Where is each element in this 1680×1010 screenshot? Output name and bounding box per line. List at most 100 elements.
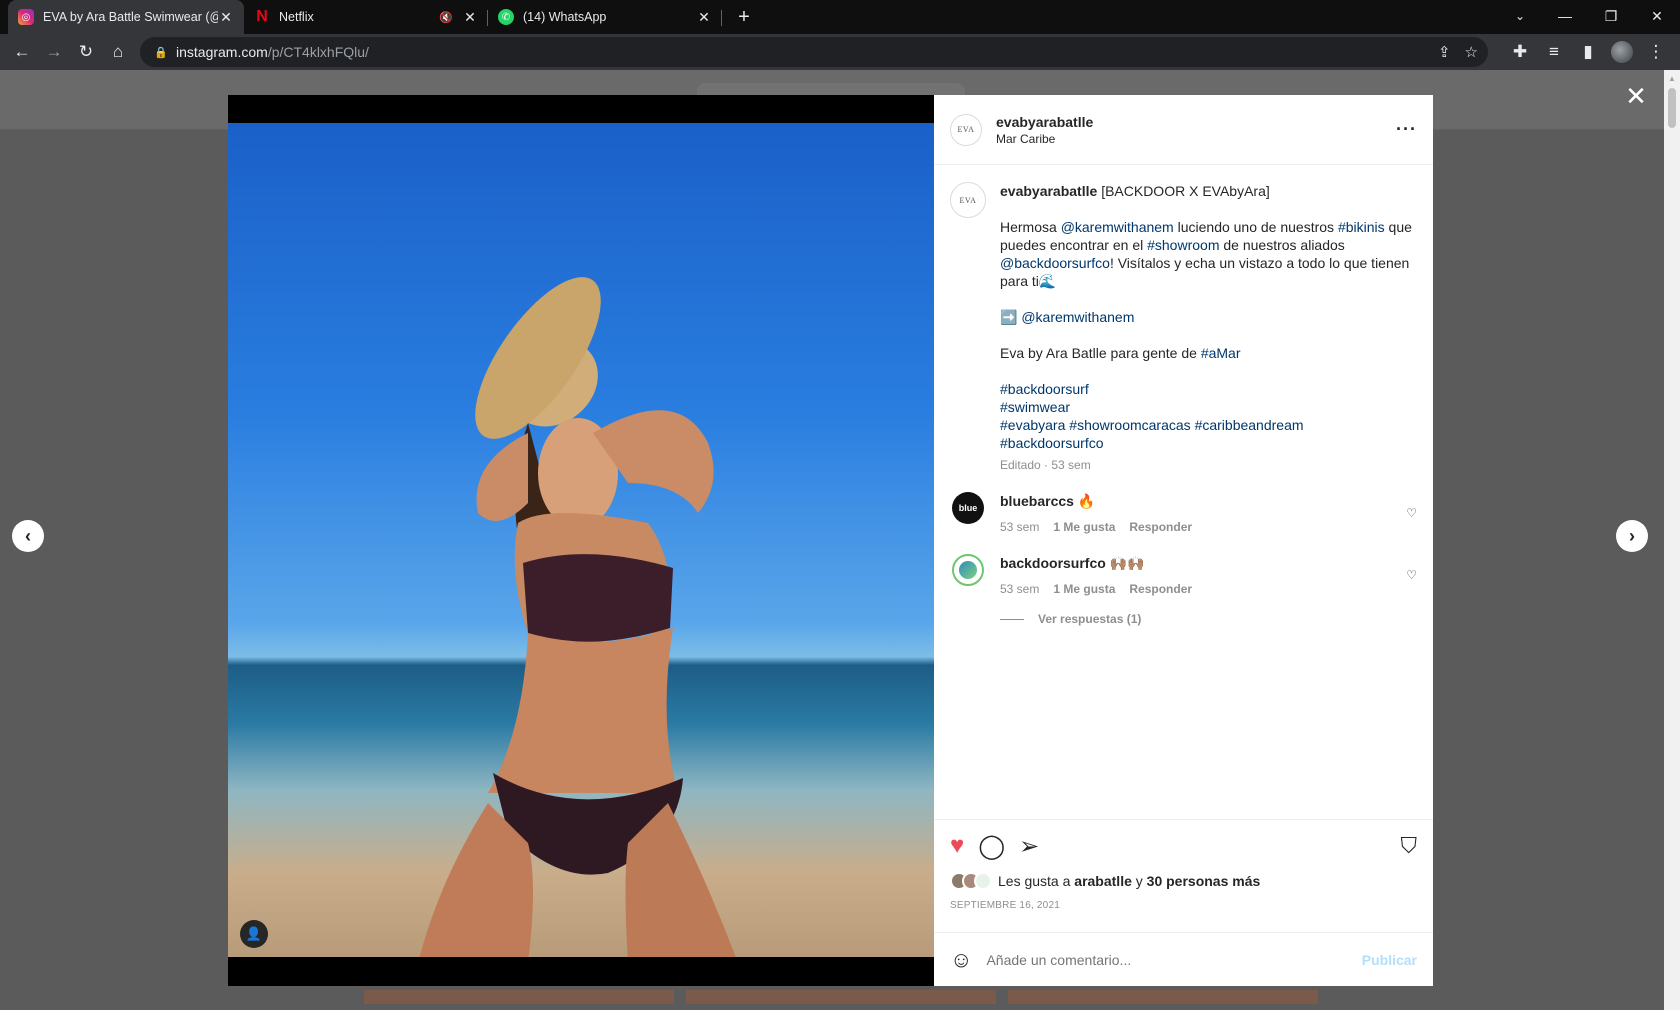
caption-text: luciendo uno de nuestros [1173, 219, 1338, 235]
back-icon[interactable]: ← [6, 36, 38, 68]
post-actions: ♥ ◯ ➢ ⛉ Les gusta a arabatlle y 30 perso… [934, 819, 1433, 921]
comment-text: 🔥 [1077, 493, 1096, 509]
close-modal-icon[interactable]: ✕ [1624, 83, 1648, 109]
account-avatar[interactable]: EVA [950, 182, 986, 218]
post-photo[interactable] [228, 123, 934, 957]
likes-count[interactable]: 30 personas más [1147, 873, 1261, 889]
mention-link[interactable]: @backdoorsurfco [1000, 255, 1110, 271]
address-bar[interactable]: 🔒 instagram.com/p/CT4klxhFQlu/ ⇪ ☆ [140, 37, 1488, 67]
reload-icon[interactable]: ↻ [70, 36, 102, 68]
more-options-icon[interactable]: ··· [1396, 119, 1417, 140]
hashtag-link[interactable]: #backdoorsurf [1000, 381, 1089, 397]
hashtag-link[interactable]: #bikinis [1338, 219, 1385, 235]
post-location[interactable]: Mar Caribe [996, 131, 1396, 147]
commenter-avatar[interactable]: blue [952, 492, 984, 524]
post-header: EVA evabyarabatlle Mar Caribe ··· [934, 95, 1433, 165]
user-tag-icon[interactable]: 👤 [240, 920, 268, 948]
liker-username[interactable]: arabatlle [1074, 873, 1132, 889]
mute-tab-icon[interactable]: 🔇 [438, 11, 454, 24]
hashtag-link[interactable]: #evabyara [1000, 417, 1065, 433]
comment-time[interactable]: 53 sem [1000, 518, 1039, 536]
account-avatar[interactable]: EVA [950, 113, 982, 146]
like-comment-heart-icon[interactable]: ♡ [1406, 568, 1417, 582]
media-control-icon[interactable]: ≡ [1538, 36, 1570, 68]
caption-text: de nuestros aliados [1219, 237, 1345, 253]
like-comment-heart-icon[interactable]: ♡ [1406, 506, 1417, 520]
hashtag-link[interactable]: #showroomcaracas [1069, 417, 1190, 433]
close-tab-icon[interactable]: ✕ [218, 9, 234, 26]
profile-avatar[interactable] [1606, 36, 1638, 68]
minimize-icon[interactable]: — [1542, 0, 1588, 32]
instagram-icon: ◎ [18, 9, 34, 25]
caption-text: Hermosa [1000, 219, 1061, 235]
forward-icon[interactable]: → [38, 36, 70, 68]
comment-input[interactable] [986, 951, 1362, 968]
hashtag-link[interactable]: #aMar [1201, 345, 1241, 361]
post-sidebar: EVA evabyarabatlle Mar Caribe ··· EVA ev… [934, 95, 1433, 986]
caption-edited-time: Editado · 53 sem [1000, 458, 1091, 472]
tab-title: (14) WhatsApp [523, 10, 607, 24]
publish-button[interactable]: Publicar [1362, 952, 1417, 968]
hashtag-link[interactable]: #swimwear [1000, 399, 1070, 415]
window-controls: — ❐ ✕ [1542, 0, 1680, 32]
lock-icon: 🔒 [154, 46, 168, 59]
home-icon[interactable]: ⌂ [102, 36, 134, 68]
likes-text: Les gusta a [998, 873, 1075, 889]
tab-instagram[interactable]: ◎ EVA by Ara Battle Swimwear (@ ✕ [8, 0, 244, 34]
menu-kebab-icon[interactable]: ⋮ [1640, 36, 1672, 68]
post-modal: 👤 EVA evabyarabatlle Mar Caribe ··· EVA … [228, 95, 1433, 986]
side-panel-icon[interactable]: ▮ [1572, 36, 1604, 68]
new-tab-button[interactable]: + [728, 0, 760, 34]
share-paper-plane-icon[interactable]: ➢ [1019, 832, 1039, 861]
mention-link[interactable]: @karemwithanem [1061, 219, 1174, 235]
hashtag-link[interactable]: #caribbeandream [1195, 417, 1304, 433]
like-heart-icon[interactable]: ♥ [950, 832, 964, 860]
arrow-emoji: ➡️ [1000, 309, 1022, 325]
comment-likes[interactable]: 1 Me gusta [1053, 518, 1115, 536]
comment-likes[interactable]: 1 Me gusta [1053, 580, 1115, 598]
prev-post-button[interactable]: ‹ [12, 520, 44, 552]
save-bookmark-icon[interactable]: ⛉ [1400, 833, 1417, 859]
close-tab-icon[interactable]: ✕ [462, 9, 478, 26]
comment-item: blue bluebarccs 🔥 53 sem 1 Me gusta Respon… [950, 492, 1417, 536]
tab-title: Netflix [279, 10, 314, 24]
hashtag-link[interactable]: #showroom [1147, 237, 1219, 253]
commenter-username[interactable]: bluebarccs [1000, 493, 1074, 509]
comment-item: backdoorsurfco 🙌🏽🙌🏽 53 sem 1 Me gusta Resp… [950, 554, 1417, 598]
likes-summary[interactable]: Les gusta a arabatlle y 30 personas más [950, 872, 1417, 890]
next-post-button[interactable]: › [1616, 520, 1648, 552]
reply-button[interactable]: Responder [1129, 518, 1192, 536]
post-date[interactable]: SEPTIEMBRE 16, 2021 [950, 900, 1417, 911]
emoji-icon[interactable]: ☺ [950, 947, 972, 973]
comment-time[interactable]: 53 sem [1000, 580, 1039, 598]
tab-netflix[interactable]: N Netflix 🔇 ✕ [244, 0, 488, 34]
reply-button[interactable]: Responder [1129, 580, 1192, 598]
commenter-username[interactable]: backdoorsurfco [1000, 555, 1106, 571]
likes-text: y [1131, 873, 1147, 889]
caption-title: [BACKDOOR X EVAbyAra] [1101, 183, 1270, 199]
close-window-icon[interactable]: ✕ [1634, 0, 1680, 32]
browser-toolbar: ← → ↻ ⌂ 🔒 instagram.com/p/CT4klxhFQlu/ ⇪… [0, 34, 1680, 70]
extensions-icon[interactable]: ✚ [1504, 36, 1536, 68]
url-path: /p/CT4klxhFQlu/ [267, 44, 369, 60]
tab-whatsapp[interactable]: ✆ (14) WhatsApp ✕ [488, 0, 722, 34]
divider-line [1000, 618, 1024, 620]
close-tab-icon[interactable]: ✕ [696, 9, 712, 26]
account-username[interactable]: evabyarabatlle [996, 113, 1396, 131]
commenter-avatar[interactable] [952, 554, 984, 586]
tab-search-icon[interactable]: ⌄ [1504, 0, 1536, 32]
comment-bubble-icon[interactable]: ◯ [978, 832, 1005, 861]
page-scrollbar[interactable]: ▲ [1664, 70, 1680, 1010]
mention-link[interactable]: @karemwithanem [1021, 309, 1134, 325]
url-domain: instagram.com [176, 44, 268, 60]
caption: EVA evabyarabatlle [BACKDOOR X EVAbyAra]… [950, 182, 1417, 474]
share-icon[interactable]: ⇪ [1438, 43, 1451, 61]
post-media: 👤 [228, 95, 934, 986]
caption-text: Eva by Ara Batlle para gente de [1000, 345, 1201, 361]
caption-username[interactable]: evabyarabatlle [1000, 183, 1097, 199]
bookmark-star-icon[interactable]: ☆ [1465, 43, 1478, 61]
view-replies-button[interactable]: Ver respuestas (1) [1000, 612, 1417, 626]
comment-text: 🙌🏽🙌🏽 [1109, 555, 1145, 571]
hashtag-link[interactable]: #backdoorsurfco [1000, 435, 1104, 451]
restore-icon[interactable]: ❐ [1588, 0, 1634, 32]
